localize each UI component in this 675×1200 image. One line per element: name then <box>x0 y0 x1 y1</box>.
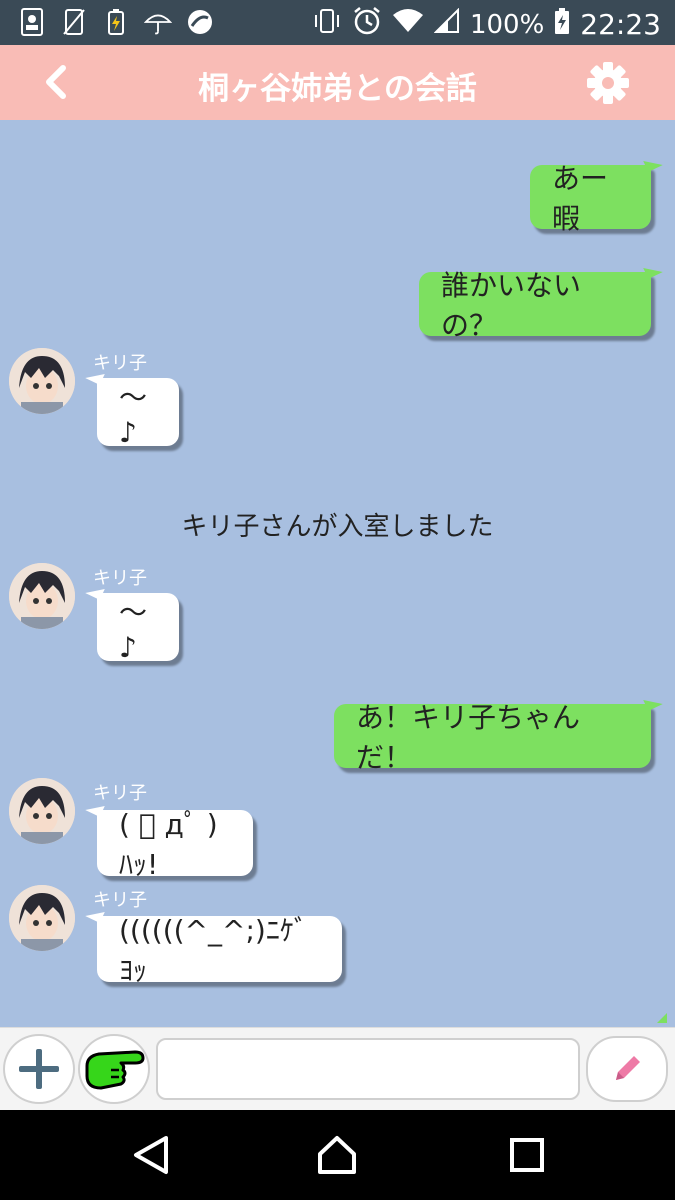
my-message-bubble: あー暇 <box>530 154 663 235</box>
battery-icon <box>554 7 570 42</box>
pencil-icon <box>616 1056 640 1080</box>
clock: 22:23 <box>580 8 661 41</box>
kiriko-avatar-image <box>9 348 75 414</box>
kiriko-avatar-image <box>9 778 75 844</box>
message-text: ～♪ <box>119 595 148 664</box>
send-button[interactable] <box>586 1036 668 1102</box>
message-input[interactable] <box>156 1038 580 1100</box>
avatar[interactable] <box>9 778 75 844</box>
other-message-bubble: ～♪ <box>85 582 179 664</box>
triangle-back-icon <box>134 1136 168 1174</box>
home-icon <box>318 1136 356 1174</box>
message-text: あ！キリ子ちゃんだ！ <box>356 701 581 774</box>
notification-icons <box>18 8 214 36</box>
stamp-button[interactable] <box>78 1034 150 1104</box>
message-input-bar <box>0 1027 675 1111</box>
chat-title: 桐ヶ谷姉弟との会話 <box>198 71 477 107</box>
kiriko-avatar-image <box>9 563 75 629</box>
avatar[interactable] <box>9 563 75 629</box>
sender-name: キリ子 <box>93 568 147 589</box>
message-text: ((((((^_^;)ﾆｹﾞﾖｯ <box>119 914 308 987</box>
system-status: 100% 22:23 <box>312 6 661 43</box>
plus-icon <box>19 1049 59 1089</box>
app-swirl-icon <box>186 8 214 36</box>
sender-name: キリ子 <box>93 783 147 804</box>
avatar[interactable] <box>9 348 75 414</box>
wifi-icon <box>392 8 424 41</box>
my-message-bubble: あ！キリ子ちゃんだ！ <box>334 693 663 774</box>
other-message-bubble: ((((((^_^;)ﾆｹﾞﾖｯ <box>85 905 342 987</box>
square-recents-icon <box>510 1138 544 1172</box>
gear-icon <box>587 62 629 104</box>
alarm-icon <box>352 6 382 43</box>
settings-button[interactable] <box>585 60 631 106</box>
no-phone-icon <box>60 8 88 36</box>
system-message: キリ子さんが入室しました <box>181 512 494 542</box>
status-bar: 100% 22:23 <box>0 0 675 45</box>
message-text: 誰かいないの？ <box>441 269 582 342</box>
message-text: あー暇 <box>552 162 609 235</box>
nav-recents-button[interactable] <box>504 1132 550 1178</box>
other-message-bubble: ～♪ <box>85 367 179 449</box>
scroll-end-marker <box>657 1013 667 1023</box>
nav-back-button[interactable] <box>128 1132 174 1178</box>
umbrella-weather-icon <box>144 8 172 36</box>
avatar[interactable] <box>9 885 75 951</box>
sender-name: キリ子 <box>93 353 147 374</box>
kiriko-avatar-image <box>9 885 75 951</box>
message-text: ( ﾟ дﾟ )ﾊｯ! <box>119 808 218 881</box>
pointing-hand-icon <box>85 1050 145 1090</box>
battery-percent: 100% <box>469 9 545 40</box>
vibrate-icon <box>312 7 342 42</box>
message-text: ～♪ <box>119 380 148 449</box>
system-nav-bar <box>0 1110 675 1200</box>
battery-charging-icon <box>102 8 130 36</box>
other-message-bubble: ( ﾟ дﾟ )ﾊｯ! <box>85 799 253 881</box>
chat-header: 桐ヶ谷姉弟との会話 <box>0 45 675 120</box>
add-attachment-button[interactable] <box>3 1034 75 1104</box>
contacts-icon <box>18 8 46 36</box>
my-message-bubble: 誰かいないの？ <box>419 261 663 342</box>
signal-icon <box>433 7 460 41</box>
chat-log[interactable]: あー暇 誰かいないの？ キリ子 ～♪ キリ子さんが入室しました キリ子 ～♪ あ… <box>0 120 675 1027</box>
nav-home-button[interactable] <box>314 1132 360 1178</box>
